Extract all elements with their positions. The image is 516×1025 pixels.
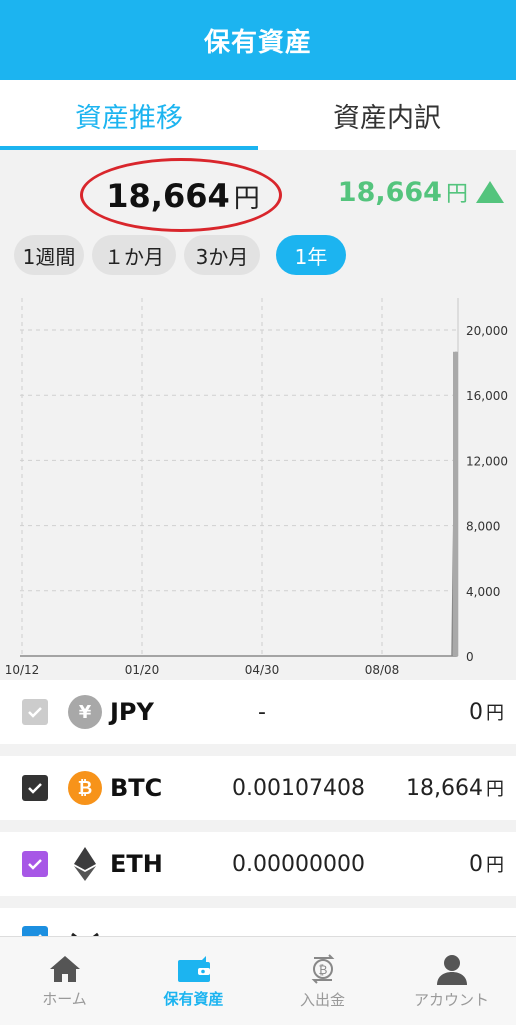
asset-history-chart: 20,000 16,000 12,000 8,000 4,000 0 10/12 01/20…	[5, 298, 508, 677]
asset-symbol: BTC	[110, 774, 163, 802]
period-1-year-button[interactable]: 1年	[276, 235, 346, 275]
series-area	[20, 351, 457, 657]
transfer-icon: ₿	[311, 953, 334, 984]
bitcoin-icon: ₿	[68, 771, 102, 805]
nav-home-label: ホーム	[42, 989, 87, 1008]
svg-text:₿: ₿	[318, 963, 327, 977]
total-balance-unit: 円	[233, 183, 260, 214]
page-title: 保有資産	[203, 27, 312, 58]
nav-account-label: アカウント	[413, 990, 489, 1009]
period-selector: 1週間 １か月 3か月 1年	[14, 235, 346, 275]
y-tick-label: 12,000	[466, 454, 508, 468]
asset-amount-unit: 円	[486, 703, 504, 724]
app-header: 保有資産	[0, 0, 516, 80]
tab-bar: 資産推移 資産内訳	[0, 80, 516, 150]
check-icon	[28, 859, 42, 870]
home-icon	[49, 955, 80, 982]
asset-quantity: 0.00107408	[232, 775, 365, 801]
asset-amount-value: 18,664	[406, 776, 483, 801]
account-icon	[436, 954, 467, 985]
period-1-month-button[interactable]: １か月	[92, 235, 176, 275]
yen-coin-icon: ¥	[68, 695, 102, 729]
x-tick-label: 10/12	[5, 663, 40, 677]
total-balance: 18,664 円	[80, 160, 286, 232]
asset-quantity: -	[258, 699, 266, 725]
asset-symbol: JPY	[110, 698, 154, 726]
y-tick-label: 8,000	[466, 520, 500, 534]
x-tick-label: 08/08	[365, 663, 400, 677]
y-tick-label: 4,000	[466, 585, 500, 599]
nav-deposit-withdraw-label: 入出金	[299, 990, 345, 1009]
asset-amount: 18,664 円	[406, 775, 504, 801]
asset-amount-value: 0	[469, 700, 483, 725]
period-1-week-button[interactable]: 1週間	[14, 235, 84, 275]
wallet-icon	[177, 955, 210, 982]
bottom-navigation: ホーム 保有資産 ₿ 入出金 アカウント	[0, 936, 516, 1025]
asset-amount-unit: 円	[486, 855, 504, 876]
asset-quantity: 0.00000000	[232, 851, 365, 877]
nav-home[interactable]: ホーム	[0, 937, 129, 1025]
nav-deposit-withdraw[interactable]: ₿ 入出金	[258, 937, 387, 1025]
ethereum-icon	[68, 847, 102, 881]
y-tick-label: 16,000	[466, 389, 508, 403]
total-balance-value: 18,664	[106, 177, 230, 215]
checkbox[interactable]	[22, 775, 48, 801]
asset-amount-value: 0	[469, 852, 483, 877]
up-arrow-icon	[476, 181, 504, 203]
x-tick-label: 04/30	[245, 663, 280, 677]
asset-row-btc[interactable]: ₿ BTC 0.00107408 18,664 円	[0, 756, 516, 820]
check-icon	[28, 783, 42, 794]
y-tick-label: 0	[466, 650, 474, 664]
change-value: 18,664	[337, 176, 442, 208]
x-tick-label: 01/20	[125, 663, 160, 677]
asset-symbol: ETH	[110, 850, 163, 878]
asset-amount: 0円	[469, 699, 504, 725]
checkbox[interactable]	[22, 851, 48, 877]
nav-assets[interactable]: 保有資産	[129, 937, 258, 1025]
nav-assets-label: 保有資産	[163, 989, 224, 1008]
asset-amount: 0円	[469, 851, 504, 877]
change-unit: 円	[445, 182, 468, 207]
y-tick-label: 20,000	[466, 324, 508, 338]
asset-row-jpy[interactable]: ¥ JPY - 0円	[0, 680, 516, 744]
tab-asset-breakdown[interactable]: 資産内訳	[258, 80, 516, 150]
nav-account[interactable]: アカウント	[387, 937, 516, 1025]
asset-amount-unit: 円	[486, 779, 504, 800]
tab-asset-history[interactable]: 資産推移	[0, 80, 258, 150]
balance-change: 18,664 円	[338, 176, 504, 208]
period-3-months-button[interactable]: 3か月	[184, 235, 260, 275]
checkbox[interactable]	[22, 699, 48, 725]
check-icon	[28, 707, 42, 718]
series-last-value-mark	[453, 351, 458, 656]
asset-row-eth[interactable]: ETH 0.00000000 0円	[0, 832, 516, 896]
